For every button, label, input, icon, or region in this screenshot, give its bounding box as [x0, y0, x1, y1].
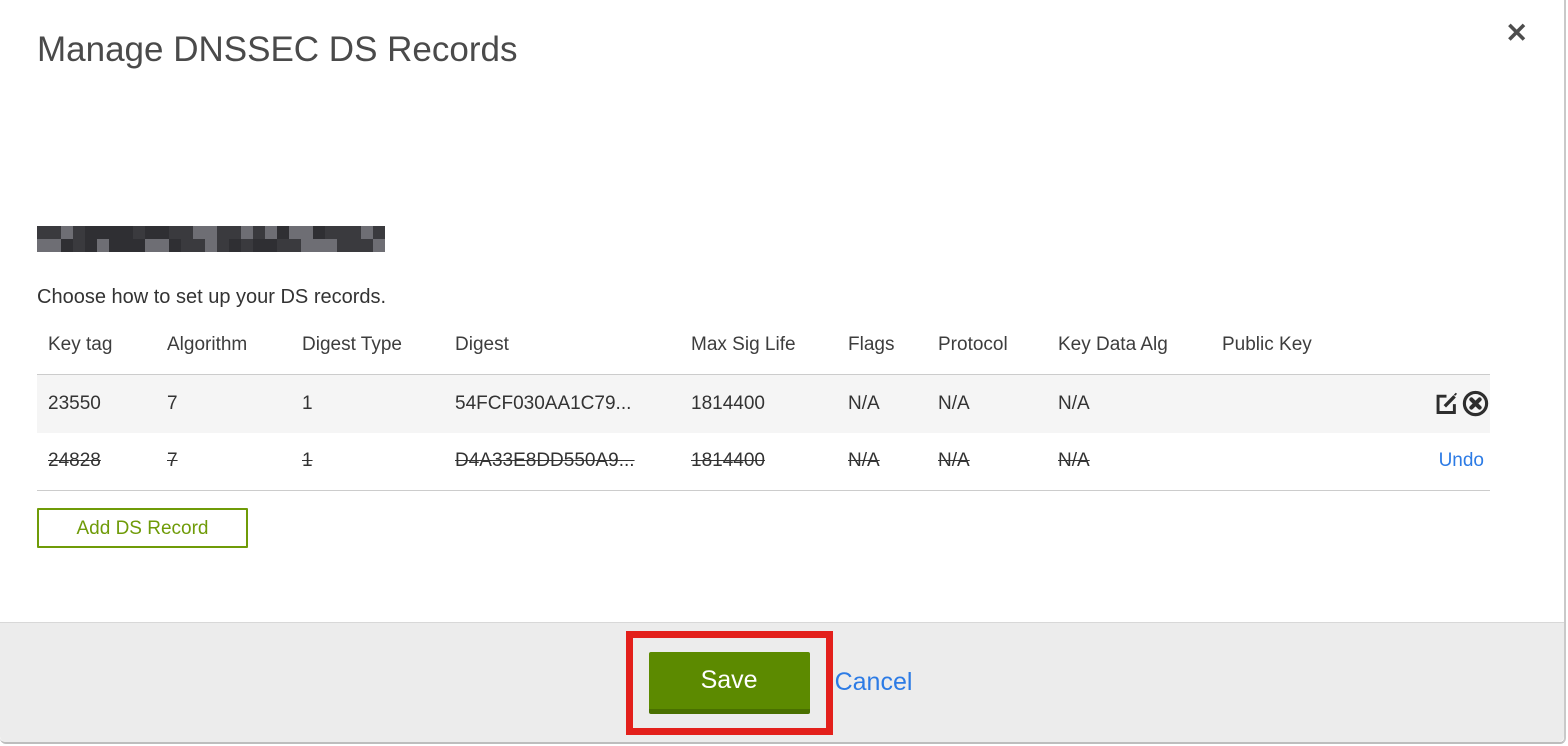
- cell-key-data-alg: N/A: [1058, 374, 1222, 433]
- edit-icon: [1433, 390, 1460, 417]
- cell-max-sig-life: 1814400: [691, 432, 848, 491]
- cell-public-key: [1222, 374, 1352, 433]
- cell-algorithm: 7: [167, 432, 302, 491]
- delete-icon: [1461, 389, 1490, 418]
- cell-key-data-alg: N/A: [1058, 432, 1222, 491]
- table-row-deleted: 24828 7 1 D4A33E8DD550A9... 1814400 N/A …: [37, 432, 1490, 491]
- table-row: 23550 7 1 54FCF030AA1C79... 1814400 N/A …: [37, 374, 1490, 433]
- redacted-domain: [37, 226, 385, 252]
- cell-digest-type: 1: [302, 374, 455, 433]
- cell-flags: N/A: [848, 432, 938, 491]
- close-button[interactable]: ✕: [1505, 20, 1528, 47]
- cell-protocol: N/A: [938, 374, 1058, 433]
- cell-key-tag: 23550: [37, 374, 167, 433]
- ds-records-table: Key tag Algorithm Digest Type Digest Max…: [37, 322, 1490, 491]
- cell-flags: N/A: [848, 374, 938, 433]
- instruction-text: Choose how to set up your DS records.: [37, 286, 387, 308]
- cell-actions: [1352, 374, 1490, 433]
- cell-protocol: N/A: [938, 432, 1058, 491]
- close-icon: ✕: [1505, 18, 1528, 48]
- table-header-row: Key tag Algorithm Digest Type Digest Max…: [37, 322, 1490, 375]
- annotation-highlight: Save: [625, 630, 833, 735]
- undo-link[interactable]: Undo: [1439, 450, 1490, 471]
- cell-algorithm: 7: [167, 374, 302, 433]
- footer-actions: Save Cancel: [625, 630, 913, 735]
- cell-actions: Undo: [1352, 432, 1490, 491]
- save-button[interactable]: Save: [648, 651, 810, 714]
- cell-digest: D4A33E8DD550A9...: [455, 432, 691, 491]
- col-header-digest: Digest: [455, 334, 509, 355]
- col-header-protocol: Protocol: [938, 334, 1008, 355]
- page-title: Manage DNSSEC DS Records: [37, 30, 518, 69]
- col-header-key-tag: Key tag: [48, 334, 113, 355]
- col-header-key-data-alg: Key Data Alg: [1058, 334, 1168, 355]
- modal-body: Manage DNSSEC DS Records ✕ Choose how to…: [0, 0, 1564, 622]
- dnssec-modal: Manage DNSSEC DS Records ✕ Choose how to…: [0, 0, 1566, 744]
- col-header-algorithm: Algorithm: [167, 334, 248, 355]
- edit-record-button[interactable]: [1433, 390, 1460, 417]
- cell-digest-type: 1: [302, 432, 455, 491]
- cancel-link[interactable]: Cancel: [835, 668, 913, 697]
- col-header-flags: Flags: [848, 334, 895, 355]
- col-header-max-sig-life: Max Sig Life: [691, 334, 796, 355]
- cell-public-key: [1222, 432, 1352, 491]
- modal-footer: Save Cancel: [0, 622, 1564, 742]
- col-header-public-key: Public Key: [1222, 334, 1312, 355]
- delete-record-button[interactable]: [1461, 389, 1490, 418]
- add-ds-record-button[interactable]: Add DS Record: [37, 508, 248, 548]
- cell-max-sig-life: 1814400: [691, 374, 848, 433]
- cell-digest: 54FCF030AA1C79...: [455, 374, 691, 433]
- cell-key-tag: 24828: [37, 432, 167, 491]
- col-header-digest-type: Digest Type: [302, 334, 402, 355]
- col-header-actions: [1352, 322, 1490, 375]
